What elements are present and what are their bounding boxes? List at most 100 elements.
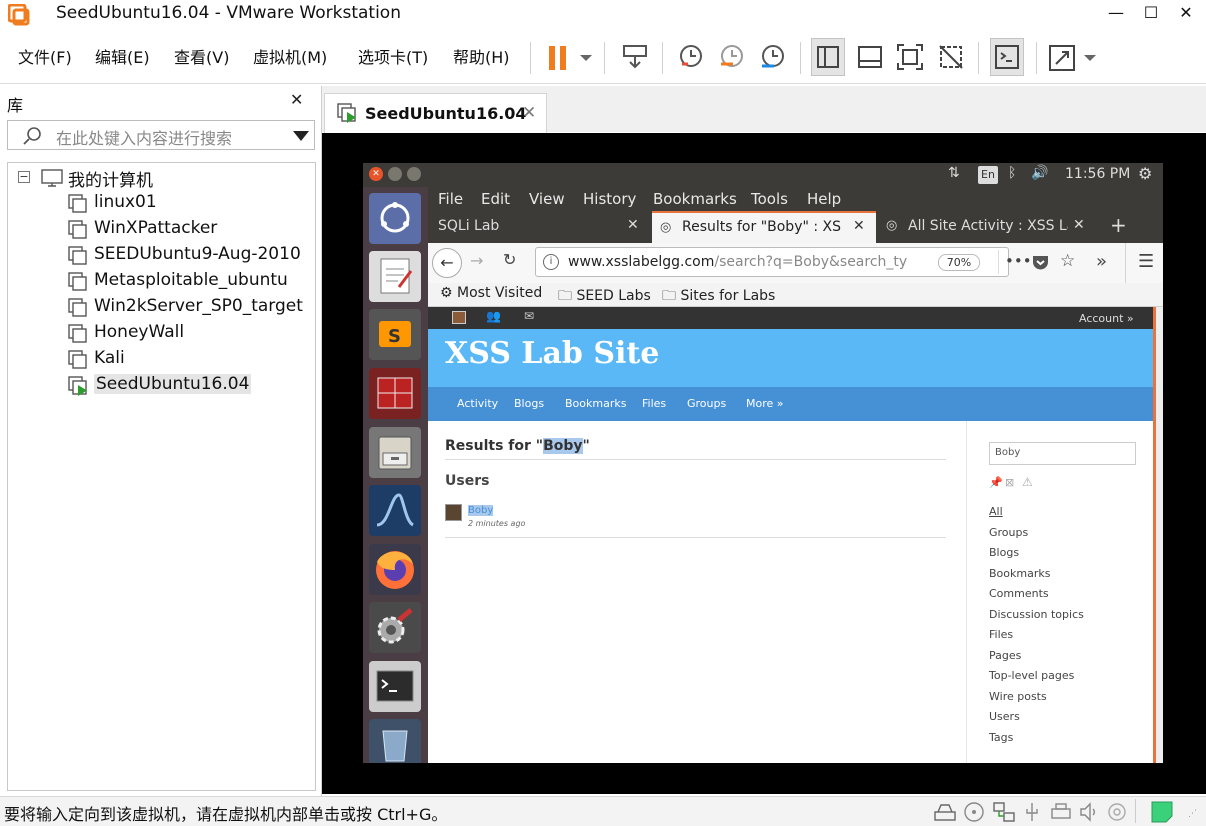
sidebar-link-top-level-pages[interactable]: Top-level pages: [989, 669, 1074, 682]
ff-tab-results[interactable]: ◎ Results for "Boby" : XSS L ✕: [652, 211, 876, 243]
ff-menu-bookmarks[interactable]: Bookmarks: [653, 190, 737, 208]
sidebar-link-files[interactable]: Files: [989, 628, 1013, 641]
sidebar-link-discussion-topics[interactable]: Discussion topics: [989, 608, 1084, 621]
vm-item-kali[interactable]: Kali: [94, 348, 125, 368]
menu-vm[interactable]: 虚拟机(M): [253, 44, 327, 68]
vm-tab-seedubuntu[interactable]: SeedUbuntu16.04 ✕: [324, 93, 547, 133]
keyboard-indicator[interactable]: En: [978, 166, 998, 184]
snapshot-icon[interactable]: [676, 42, 706, 72]
pause-button[interactable]: [546, 43, 594, 73]
system-settings-icon[interactable]: [369, 602, 421, 653]
thumbnail-bar-icon[interactable]: [855, 42, 885, 72]
library-close-button[interactable]: ✕: [290, 90, 303, 109]
firefox-icon[interactable]: [369, 544, 421, 595]
guest-maximize-icon[interactable]: [407, 167, 421, 181]
sidebar-link-tags[interactable]: Tags: [989, 731, 1013, 744]
bluetooth-icon[interactable]: ᛒ: [1008, 165, 1016, 181]
tree-root-my-computer[interactable]: 我的计算机: [68, 166, 153, 191]
menu-help[interactable]: 帮助(H): [453, 44, 510, 68]
nav-blogs[interactable]: Blogs: [514, 397, 544, 410]
nav-bookmarks[interactable]: Bookmarks: [565, 397, 626, 410]
sidebar-link-all[interactable]: All: [989, 505, 1003, 518]
stretch-guest-button[interactable]: [1046, 42, 1098, 74]
sidebar-link-groups[interactable]: Groups: [989, 526, 1028, 539]
vm-item-metasploitable-ubuntu[interactable]: Metasploitable_ubuntu: [94, 270, 288, 290]
overflow-chevron-icon[interactable]: »: [1096, 251, 1107, 272]
nav-more[interactable]: More »: [746, 397, 784, 410]
sidebar-link-users[interactable]: Users: [989, 710, 1020, 723]
minimize-button[interactable]: —: [1096, 0, 1136, 28]
user-link[interactable]: Boby: [468, 505, 494, 516]
forward-arrow-icon[interactable]: →: [470, 251, 483, 270]
text-editor-icon[interactable]: [369, 251, 421, 302]
vm-item-honeywall[interactable]: HoneyWall: [94, 322, 184, 342]
sidebar-link-blogs[interactable]: Blogs: [989, 546, 1019, 559]
chevron-down-icon[interactable]: [292, 129, 310, 143]
report-icon[interactable]: ⚠: [1022, 475, 1033, 489]
ff-tab-close-icon[interactable]: ✕: [1073, 217, 1085, 233]
terminator-icon[interactable]: [369, 368, 421, 419]
ff-tab-activity[interactable]: ◎ All Site Activity : XSS Lab ✕: [878, 211, 1100, 243]
ubuntu-dash-icon[interactable]: [369, 193, 421, 244]
maximize-button[interactable]: ☐: [1131, 0, 1171, 28]
vm-item-seedubuntu9-aug-2010[interactable]: SEEDUbuntu9-Aug-2010: [94, 244, 301, 264]
network-icon[interactable]: ⇅: [948, 165, 960, 181]
guest-close-icon[interactable]: ✕: [369, 167, 383, 181]
nav-groups[interactable]: Groups: [687, 397, 726, 410]
library-search-input[interactable]: 在此处键入内容进行搜索: [7, 120, 315, 150]
collapse-toggle[interactable]: −: [18, 171, 30, 183]
sublime-text-icon[interactable]: S: [369, 309, 421, 360]
back-button[interactable]: ←: [432, 248, 462, 278]
ff-tab-close-icon[interactable]: ✕: [853, 218, 865, 234]
close-button[interactable]: ✕: [1166, 0, 1206, 28]
full-screen-icon[interactable]: [895, 42, 925, 72]
friends-icon[interactable]: 👥: [486, 309, 501, 323]
show-library-button[interactable]: [811, 38, 845, 76]
pin-icon[interactable]: 📌: [989, 476, 1003, 489]
console-view-button[interactable]: [990, 38, 1024, 76]
zoom-indicator[interactable]: 70%: [938, 254, 980, 271]
snapshot-manager-icon[interactable]: [758, 42, 788, 72]
vm-item-linux01[interactable]: linux01: [94, 192, 157, 212]
bookmark-sites-for-labs[interactable]: 🗀 Sites for Labs: [662, 285, 775, 309]
guest-desktop[interactable]: ✕ ⇅ En ᛒ 🔊 11:56 PM ⚙ S File Edit View H…: [363, 163, 1163, 763]
url-bar[interactable]: i www.xsslabelgg.com/search?q=Boby&searc…: [535, 247, 1075, 277]
vm-item-winxpattacker[interactable]: WinXPattacker: [94, 218, 217, 238]
clock[interactable]: 11:56 PM: [1065, 166, 1130, 182]
sidebar-link-bookmarks[interactable]: Bookmarks: [989, 567, 1050, 580]
send-ctrl-alt-del-icon[interactable]: [620, 42, 650, 72]
new-tab-icon[interactable]: +: [1110, 213, 1127, 237]
vm-item-seedubuntu16-04[interactable]: SeedUbuntu16.04: [94, 374, 252, 394]
volume-icon[interactable]: 🔊: [1031, 165, 1048, 181]
ff-tab-sqli[interactable]: SQLi Lab ✕: [428, 211, 650, 243]
resize-grip-icon[interactable]: ⋰: [1188, 809, 1197, 819]
bookmark-seed-labs[interactable]: 🗀 SEED Labs: [558, 285, 651, 309]
rss-icon[interactable]: ⊠: [1005, 476, 1014, 489]
sidebar-link-wire-posts[interactable]: Wire posts: [989, 690, 1047, 703]
site-title[interactable]: XSS Lab Site: [445, 336, 659, 371]
menu-edit[interactable]: 编辑(E): [95, 44, 150, 68]
page-actions-icon[interactable]: •••: [1005, 252, 1032, 270]
menu-file[interactable]: 文件(F): [18, 44, 72, 68]
vm-tab-close-button[interactable]: ✕: [522, 103, 536, 123]
ff-menu-view[interactable]: View: [529, 190, 565, 208]
reload-icon[interactable]: ↻: [503, 250, 516, 269]
ff-menu-file[interactable]: File: [438, 190, 463, 208]
cd-drive-icon[interactable]: [963, 801, 985, 823]
bookmark-most-visited[interactable]: ⚙ Most Visited: [440, 285, 542, 301]
ff-tab-close-icon[interactable]: ✕: [627, 217, 639, 233]
guest-minimize-icon[interactable]: [388, 167, 402, 181]
terminal-icon[interactable]: [369, 661, 421, 712]
elgg-logo-icon[interactable]: [452, 311, 466, 324]
menu-tabs[interactable]: 选项卡(T): [358, 44, 428, 68]
sidebar-link-comments[interactable]: Comments: [989, 587, 1049, 600]
ff-menu-help[interactable]: Help: [807, 190, 841, 208]
messages-icon[interactable]: ✉: [524, 309, 534, 323]
sidebar-link-pages[interactable]: Pages: [989, 649, 1021, 662]
vm-item-win2kserver-sp0-target[interactable]: Win2kServer_SP0_target: [94, 296, 303, 316]
wireshark-icon[interactable]: [369, 485, 421, 536]
user-avatar[interactable]: [445, 504, 462, 521]
file-manager-icon[interactable]: [369, 427, 421, 478]
info-icon[interactable]: i: [543, 254, 559, 270]
page-scrollbar[interactable]: [1153, 307, 1163, 763]
